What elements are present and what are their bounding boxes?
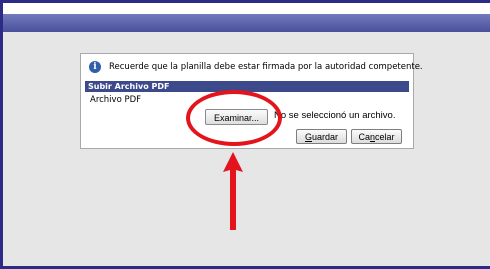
cancel-label-rest: celar [375, 132, 395, 142]
header-bar [3, 14, 490, 32]
cancel-button[interactable]: Cancelar [351, 129, 402, 144]
save-mnemonic: G [304, 132, 312, 142]
annotation-arrow [223, 152, 243, 230]
file-field-label: Archivo PDF [90, 95, 142, 105]
notice-text: Recuerde que la planilla debe estar firm… [109, 62, 423, 72]
save-label-rest: uardar [312, 132, 339, 142]
cancel-label-prefix: Ca [358, 132, 370, 142]
save-button[interactable]: Guardar [296, 129, 347, 144]
info-icon: i [89, 61, 101, 73]
annotation-ellipse [186, 90, 282, 146]
window-top-strip [3, 3, 490, 14]
file-status-text: No se seleccionó un archivo. [274, 110, 396, 121]
notice: i Recuerde que la planilla debe estar fi… [86, 59, 423, 75]
